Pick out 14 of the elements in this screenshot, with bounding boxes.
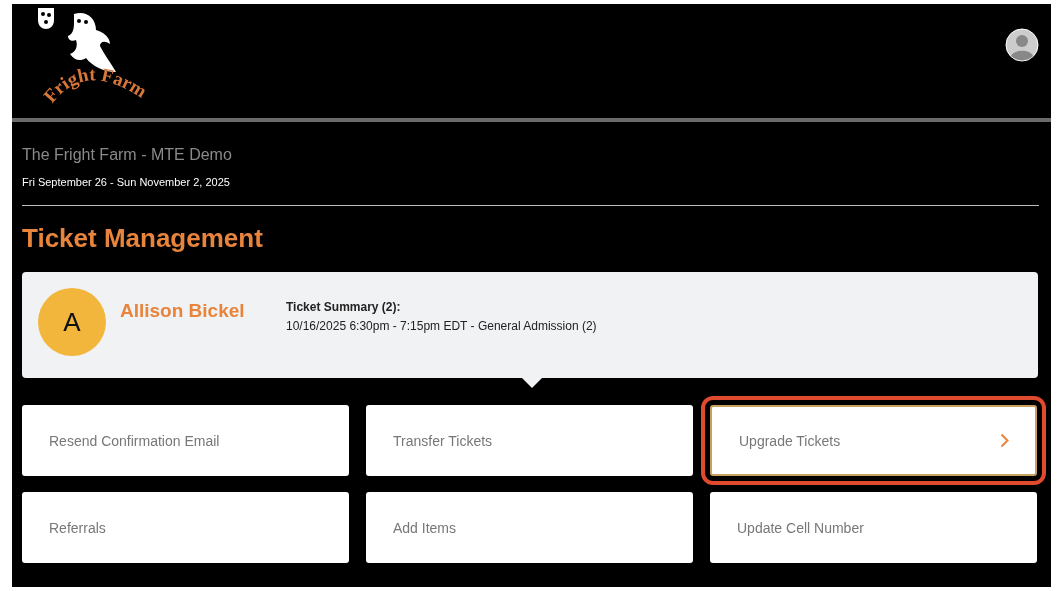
user-avatar-icon[interactable] <box>1005 28 1039 62</box>
event-title: The Fright Farm - MTE Demo <box>22 146 233 164</box>
event-dates: Fri September 26 - Sun November 2, 2025 <box>22 176 231 188</box>
ticket-summary-line: 10/16/2025 6:30pm - 7:15pm EDT - General Admission (2) <box>286 319 597 333</box>
action-tile[interactable]: Update Cell Number <box>710 492 1037 563</box>
action-tile[interactable]: Transfer Tickets <box>366 405 693 476</box>
ticket-summary-title: Ticket Summary (2): <box>286 300 402 314</box>
page-heading: Ticket Management <box>22 223 264 254</box>
customer-initial-avatar: A <box>38 288 106 356</box>
action-tile[interactable]: Referrals <box>22 492 349 563</box>
action-tile[interactable]: Add Items <box>366 492 693 563</box>
chevron-right-icon <box>1000 433 1009 448</box>
action-tile[interactable]: Resend Confirmation Email <box>22 405 349 476</box>
customer-name: Allison Bickel <box>120 300 246 322</box>
